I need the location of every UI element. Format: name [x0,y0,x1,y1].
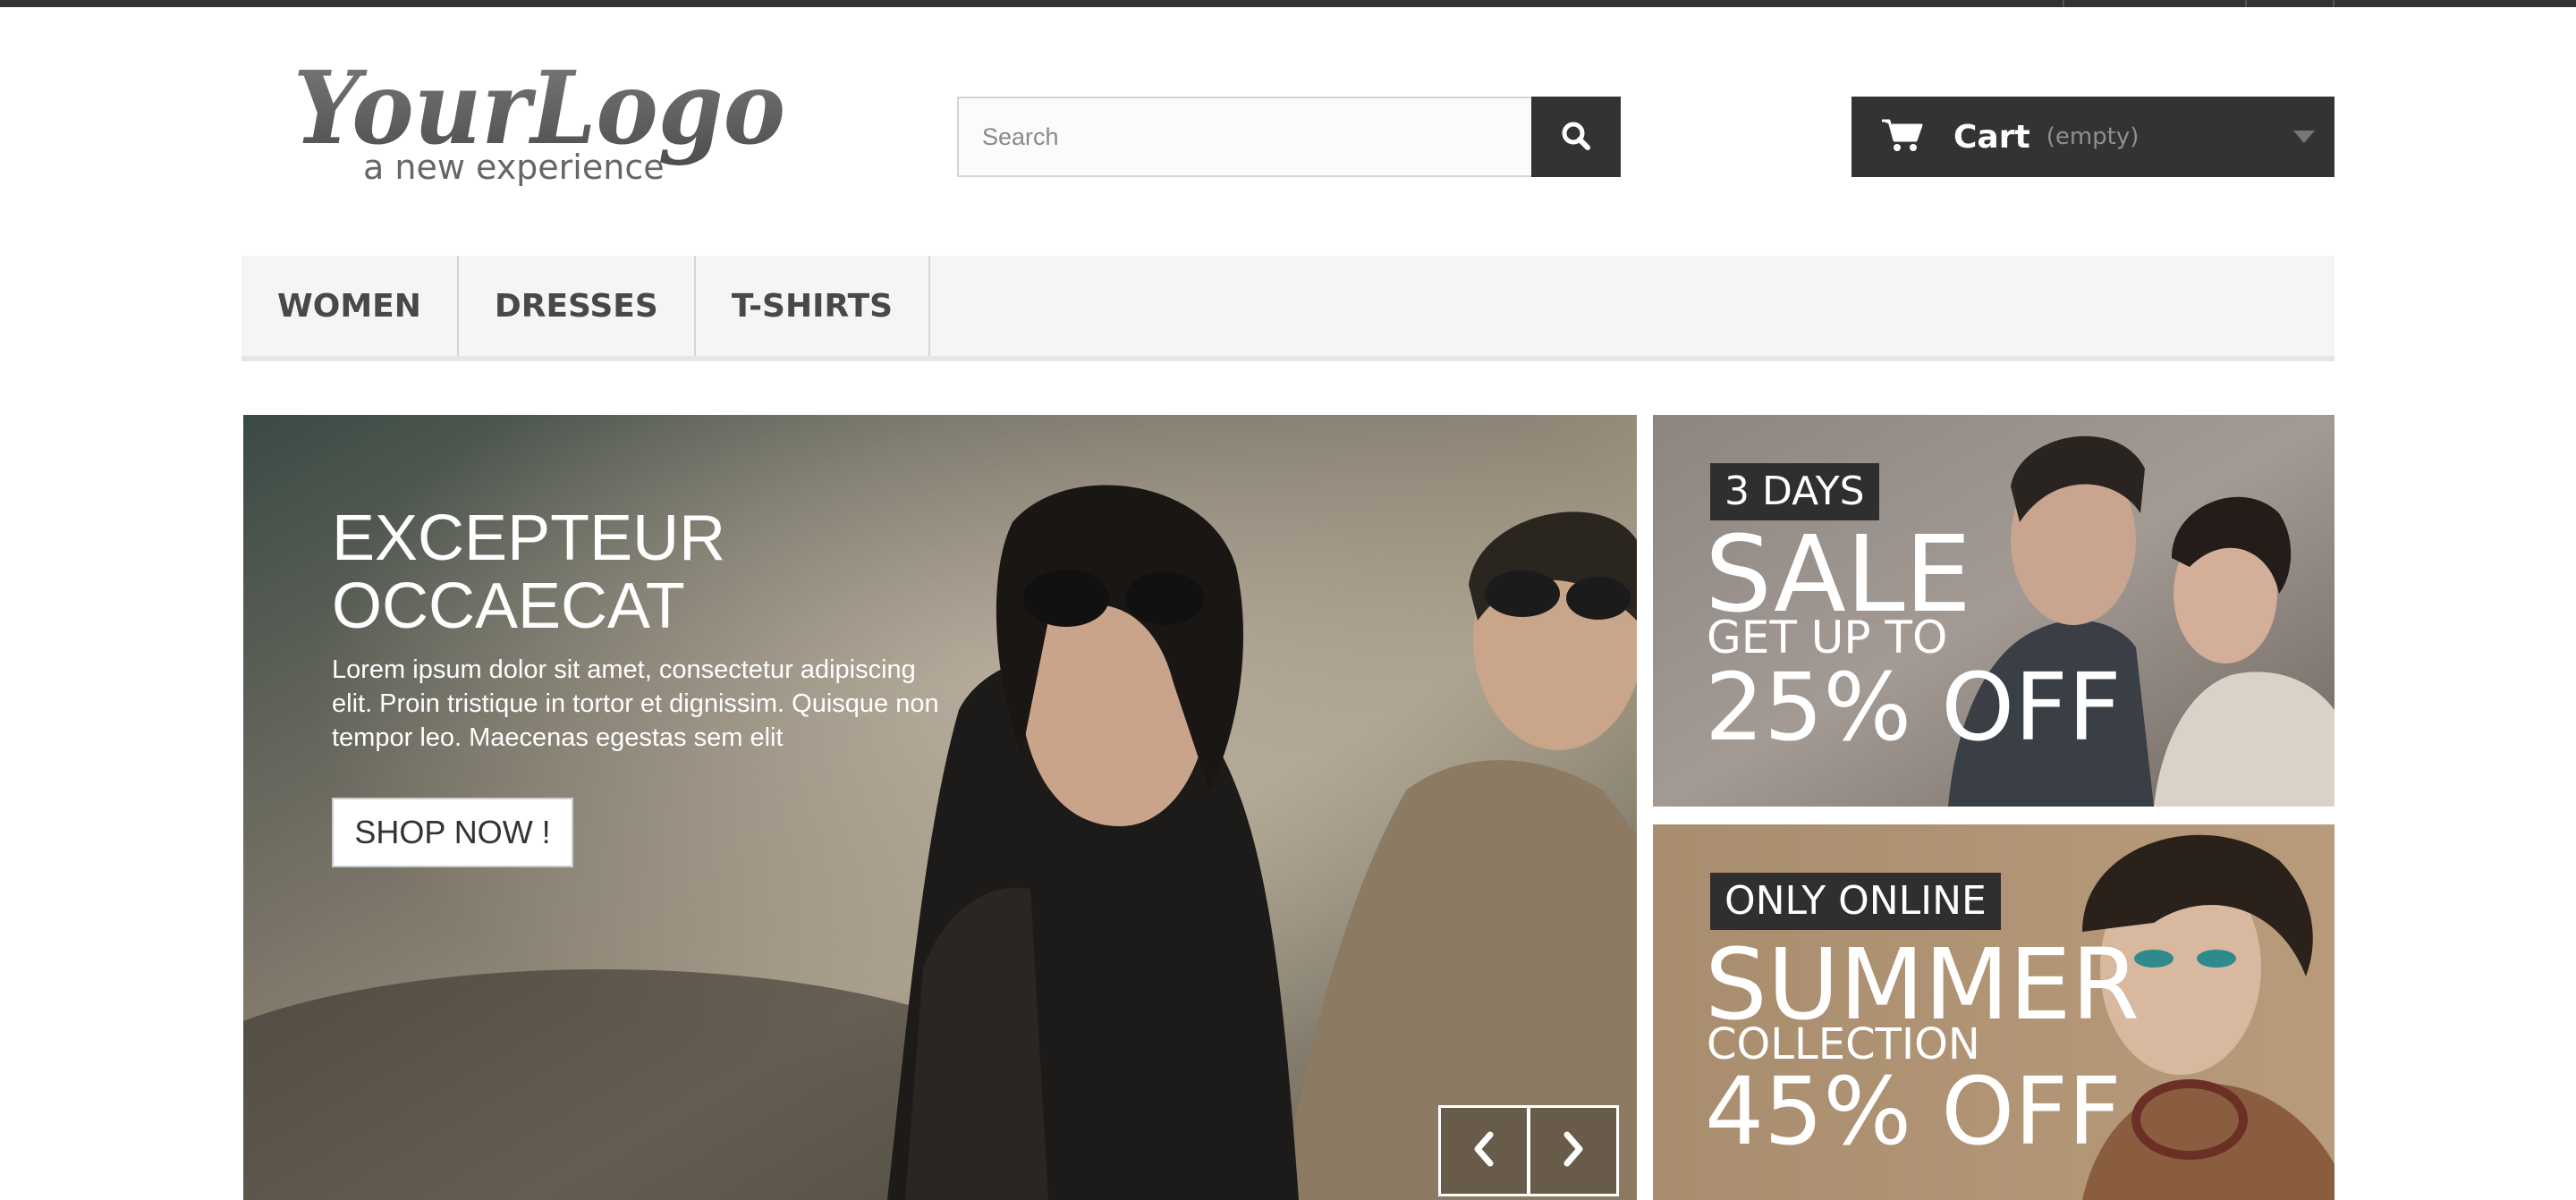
cart-label: Cart [1953,118,2030,156]
search-input[interactable] [957,97,1531,177]
summer-banner[interactable]: ONLY ONLINE SUMMER COLLECTION 45% OFF [1653,824,2334,1200]
top-bar-divider [2333,0,2334,7]
menu-item-dresses[interactable]: DRESSES [459,256,696,356]
top-bar-divider [2245,0,2247,7]
slider-next-button[interactable] [1528,1105,1619,1196]
banner-tag: ONLY ONLINE [1710,873,2001,930]
main-menu: WOMEN DRESSES T-SHIRTS [242,256,2334,361]
chevron-down-icon [2293,131,2315,143]
top-bar-divider [2063,0,2064,7]
sale-banner[interactable]: 3 DAYS SALE GET UP TO 25% OFF [1653,415,2334,807]
banner-offer: 45% OFF [1705,1057,2122,1166]
logo-tagline: a new experience [363,148,665,187]
slider-prev-button[interactable] [1438,1105,1530,1196]
hero-title: EXCEPTEUR OCCAECAT [332,503,726,642]
cart-status: (empty) [2046,123,2140,150]
search-bar [957,97,1621,177]
shop-now-button[interactable]: SHOP NOW ! [332,798,573,867]
hero-slider: EXCEPTEUR OCCAECAT Lorem ipsum dolor sit… [243,415,1637,1200]
site-logo[interactable]: YourLogo a new experience [288,45,796,197]
cart-button[interactable]: Cart (empty) [1852,97,2334,177]
search-button[interactable] [1531,97,1621,177]
chevron-right-icon [1560,1131,1587,1171]
chevron-left-icon [1470,1131,1497,1171]
top-bar [0,0,2576,7]
shopping-cart-icon [1880,117,1923,157]
menu-item-t-shirts[interactable]: T-SHIRTS [696,256,931,356]
banner-offer: 25% OFF [1705,653,2122,762]
search-icon [1560,120,1592,155]
menu-item-women[interactable]: WOMEN [242,256,459,356]
hero-text: Lorem ipsum dolor sit amet, consectetur … [332,655,939,752]
